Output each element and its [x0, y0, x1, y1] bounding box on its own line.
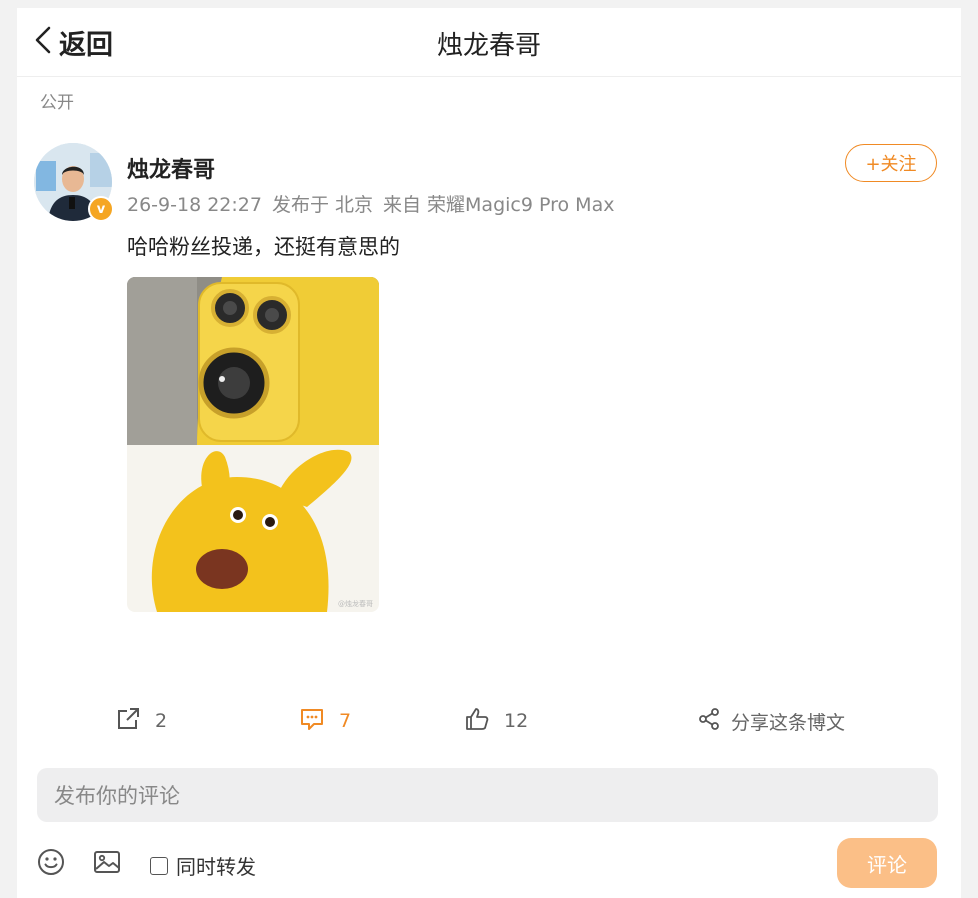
post-time: 26-9-18 22:27 — [127, 194, 262, 216]
image-upload-button[interactable] — [93, 848, 121, 880]
post-device: 来自 荣耀Magic9 Pro Max — [383, 194, 615, 216]
visibility-label: 公开 — [40, 93, 74, 113]
repost-button[interactable]: 2 — [115, 703, 167, 739]
repost-count: 2 — [155, 710, 168, 732]
post-text: 哈哈粉丝投递，还挺有意思的 — [127, 235, 400, 259]
comment-count: 7 — [339, 710, 352, 732]
post-location: 发布于 北京 — [271, 194, 373, 216]
comment-icon — [299, 706, 325, 736]
share-button[interactable]: 分享这条博文 — [697, 703, 845, 739]
verified-badge-icon: v — [88, 196, 114, 222]
repost-icon — [115, 706, 141, 736]
repost-label: 同时转发 — [176, 855, 256, 879]
author-name[interactable]: 烛龙春哥 — [127, 152, 215, 184]
repost-checkbox[interactable] — [150, 856, 168, 875]
repost-checkbox-row[interactable]: 同时转发 — [150, 851, 256, 880]
send-comment-button[interactable]: 评论 — [837, 838, 937, 888]
avatar[interactable]: v — [34, 143, 114, 222]
image-watermark: @烛龙春哥 — [338, 600, 373, 608]
emoji-button[interactable] — [37, 848, 65, 880]
comment-input[interactable]: 发布你的评论 — [37, 768, 938, 822]
like-count: 12 — [504, 710, 529, 732]
share-icon — [697, 707, 721, 735]
follow-button[interactable]: +关注 — [845, 144, 937, 182]
page-title: 烛龙春哥 — [436, 31, 541, 61]
weibo-post-page: 返回 烛龙春哥 公开 v 烛龙春哥 26-9-18 22:27 发布于 北京 来自 … — [17, 8, 961, 898]
post-image[interactable]: @烛龙春哥 — [127, 277, 379, 612]
emoji-icon — [37, 849, 65, 880]
like-icon — [464, 706, 490, 736]
composer-toolbar: 同时转发 — [17, 844, 961, 884]
post-meta: 26-9-18 22:27 发布于 北京 来自 荣耀Magic9 Pro Max — [127, 190, 624, 217]
comment-placeholder: 发布你的评论 — [54, 784, 180, 808]
comment-button[interactable]: 7 — [299, 703, 351, 739]
share-label: 分享这条博文 — [731, 711, 846, 734]
image-icon — [93, 851, 121, 880]
like-button[interactable]: 12 — [464, 703, 528, 739]
action-bar: 2 7 12 分享这条博文 — [17, 703, 961, 739]
top-bar: 返回 烛龙春哥 — [17, 8, 961, 77]
